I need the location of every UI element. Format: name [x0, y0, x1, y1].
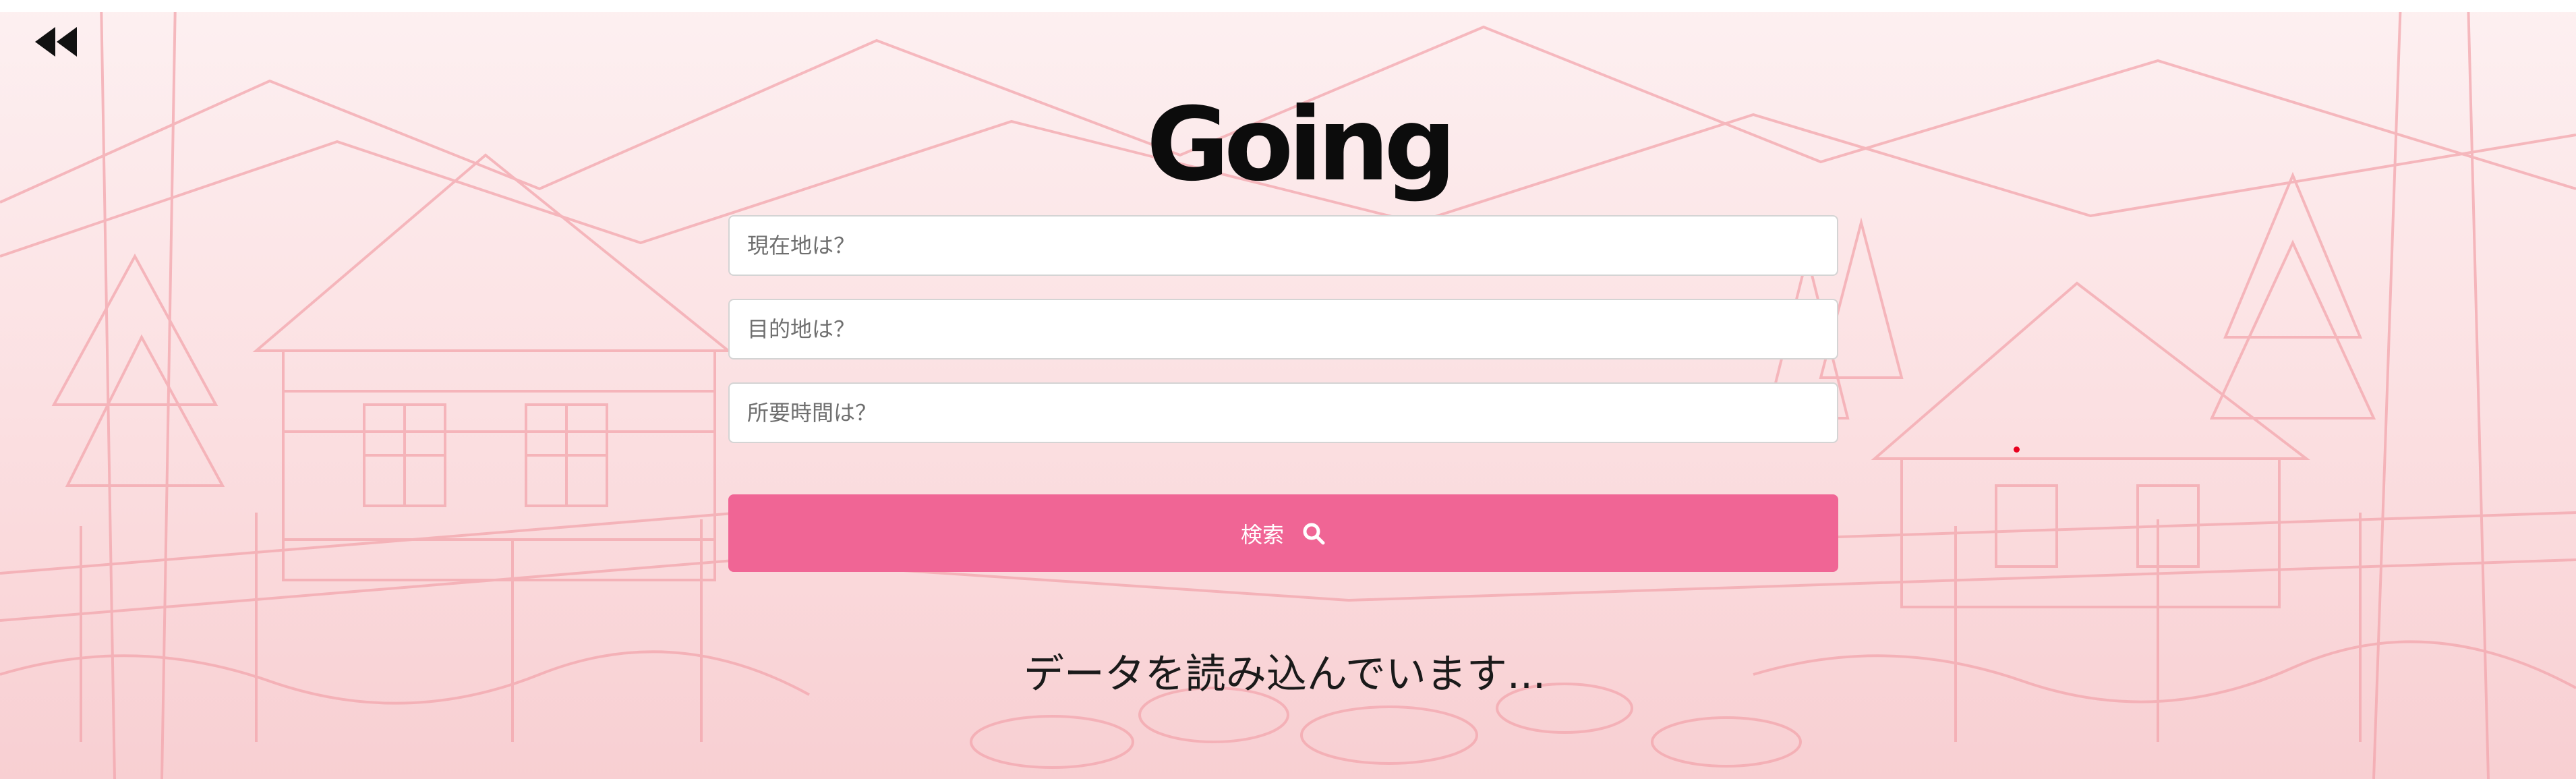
double-chevron-left-icon	[35, 27, 77, 57]
duration-input[interactable]	[728, 382, 1838, 443]
search-icon	[1303, 523, 1325, 544]
app-logo: Going	[1146, 86, 1457, 204]
origin-input[interactable]	[728, 215, 1838, 276]
loading-status-text: データを読み込んでいます...	[1023, 651, 1546, 698]
search-button-label: 検索	[1240, 521, 1284, 548]
status-dot	[2014, 446, 2020, 453]
page: Going 検索 データを読み込んでいます...	[0, 0, 2576, 779]
search-button[interactable]: 検索	[728, 494, 1838, 572]
top-strip	[0, 0, 2576, 12]
destination-input[interactable]	[728, 299, 1838, 359]
back-button[interactable]	[31, 23, 81, 61]
